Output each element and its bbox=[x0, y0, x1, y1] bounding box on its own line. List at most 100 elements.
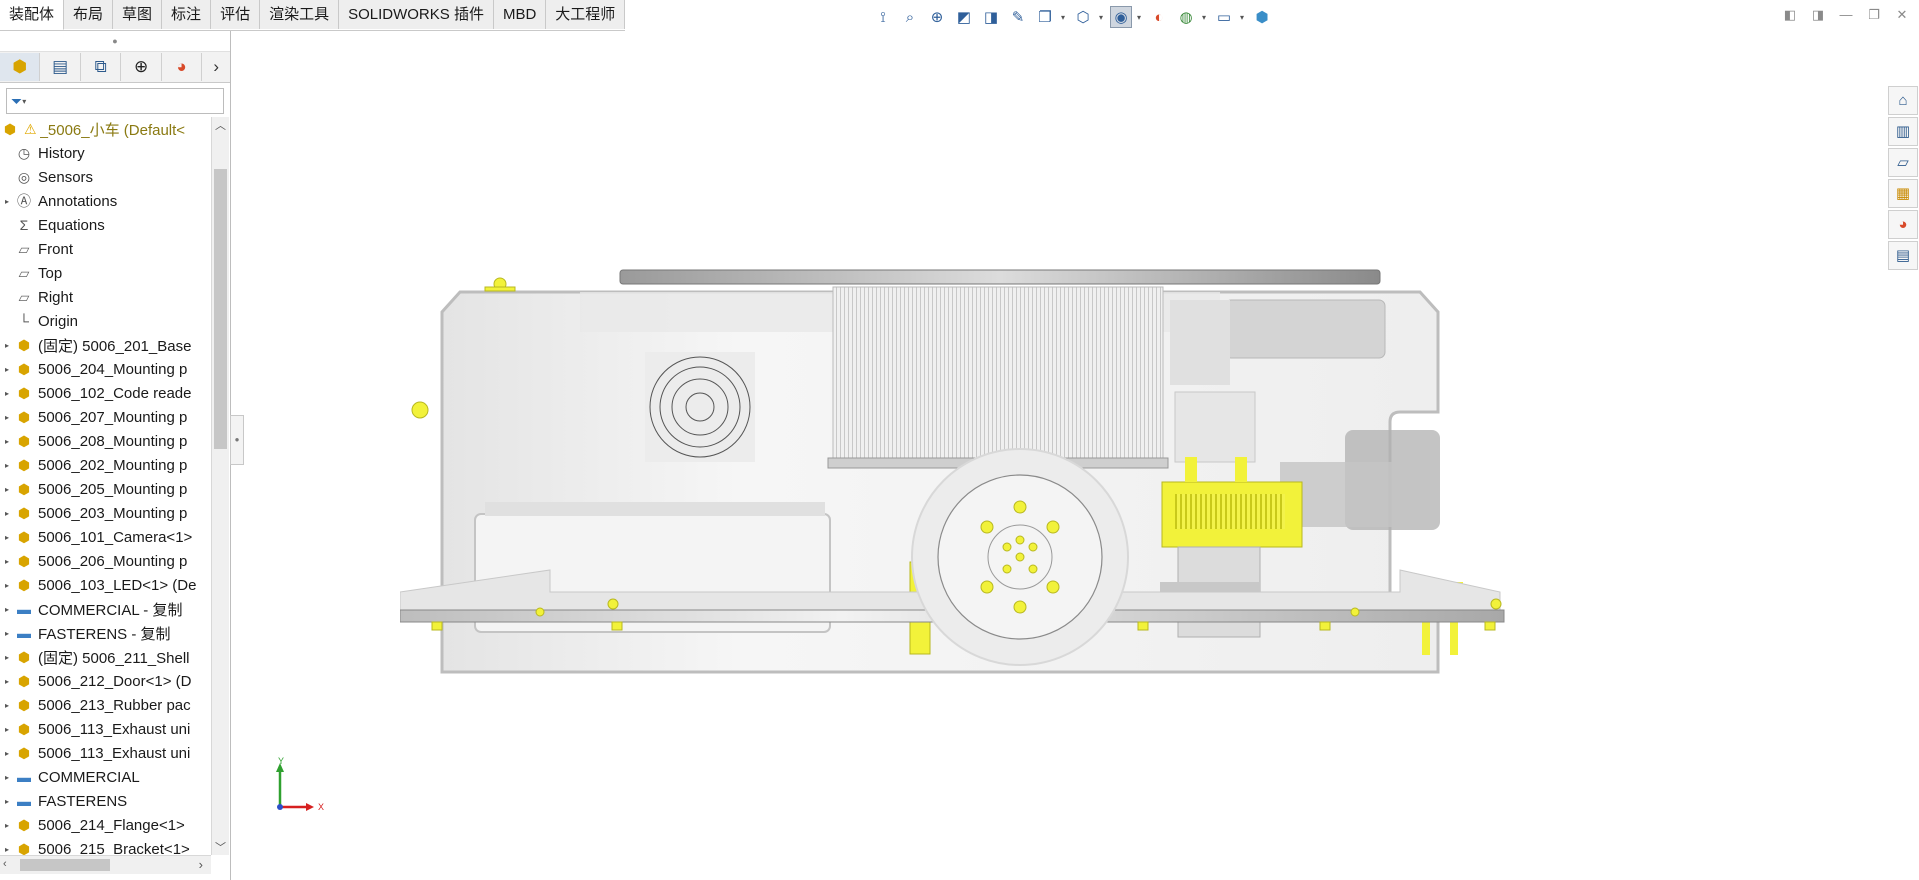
edit-appearance-icon[interactable]: ◐ bbox=[1148, 6, 1170, 28]
dimxpert-manager-tab-icon[interactable]: ⊕ bbox=[121, 53, 162, 81]
tree-item[interactable]: ▸ ⬢ 5006_207_Mounting p bbox=[0, 405, 211, 429]
section-view-icon[interactable]: ◩ bbox=[953, 6, 975, 28]
tab-evaluate[interactable]: 评估 bbox=[211, 0, 261, 29]
apply-scene-icon[interactable]: ◍ bbox=[1175, 6, 1197, 28]
previous-view-icon[interactable]: ⟟ bbox=[872, 6, 894, 28]
expand-arrow-icon[interactable]: ▸ bbox=[0, 701, 14, 710]
tree-item[interactable]: ▸ ⬢ 5006_212_Door<1> (D bbox=[0, 669, 211, 693]
tab-engineer[interactable]: 大工程师 bbox=[546, 0, 626, 29]
expand-arrow-icon[interactable]: ▸ bbox=[0, 749, 14, 758]
expand-arrow-icon[interactable]: ▸ bbox=[0, 653, 14, 662]
zoom-to-area-icon[interactable]: ⊕ bbox=[926, 6, 948, 28]
scroll-down-icon[interactable]: ﹀ bbox=[215, 839, 226, 855]
expand-arrow-icon[interactable]: ▸ bbox=[0, 389, 14, 398]
expand-arrow-icon[interactable]: ▸ bbox=[0, 797, 14, 806]
expand-arrow-icon[interactable]: ▸ bbox=[0, 581, 14, 590]
tree-item[interactable]: ▸ ▬ FASTERENS - 复制 bbox=[0, 621, 211, 645]
appearances-icon[interactable]: ◕ bbox=[1888, 210, 1918, 239]
expand-arrow-icon[interactable]: ▸ bbox=[0, 605, 14, 614]
expand-arrow-icon[interactable]: ▸ bbox=[0, 197, 14, 206]
expand-arrow-icon[interactable]: ▸ bbox=[0, 725, 14, 734]
close-icon[interactable]: ✕ bbox=[1891, 4, 1913, 26]
expand-arrow-icon[interactable]: ▸ bbox=[0, 677, 14, 686]
view-palette-icon[interactable]: ▦ bbox=[1888, 179, 1918, 208]
configuration-manager-tab-icon[interactable]: ⧉ bbox=[81, 53, 122, 81]
home-icon[interactable]: ⌂ bbox=[1888, 86, 1918, 115]
tree-item[interactable]: ◎ Sensors bbox=[0, 165, 211, 189]
tree-item[interactable]: ▸ ⬢ 5006_202_Mounting p bbox=[0, 453, 211, 477]
expand-arrow-icon[interactable]: ▸ bbox=[0, 629, 14, 638]
tree-item[interactable]: ▸ ⬢ 5006_215_Bracket<1> bbox=[0, 837, 211, 856]
view-settings-icon[interactable]: ▭ bbox=[1213, 6, 1235, 28]
zoom-to-fit-icon[interactable]: ⌕ bbox=[899, 6, 921, 28]
hide-show-icon[interactable]: ◉ bbox=[1110, 6, 1132, 28]
expand-arrow-icon[interactable]: ▸ bbox=[0, 557, 14, 566]
tree-horizontal-scrollbar[interactable]: ‹ › bbox=[0, 855, 211, 874]
tile-left-icon[interactable]: ◧ bbox=[1779, 4, 1801, 26]
restore-icon[interactable]: ❐ bbox=[1863, 4, 1885, 26]
expand-arrow-icon[interactable]: ▸ bbox=[0, 485, 14, 494]
tree-item[interactable]: ▸ ⬢ 5006_102_Code reade bbox=[0, 381, 211, 405]
scroll-thumb[interactable] bbox=[214, 169, 227, 449]
expand-arrow-icon[interactable]: ▸ bbox=[0, 533, 14, 542]
expand-arrow-icon[interactable]: ▸ bbox=[0, 341, 14, 350]
scroll-up-icon[interactable]: ︿ bbox=[215, 117, 226, 133]
tree-item[interactable]: ▸ Ⓐ Annotations bbox=[0, 189, 211, 213]
panel-grip-icon[interactable]: ● bbox=[0, 31, 230, 52]
tree-item[interactable]: └ Origin bbox=[0, 309, 211, 333]
tile-right-icon[interactable]: ◨ bbox=[1807, 4, 1829, 26]
display-manager-tab-icon[interactable]: ◕ bbox=[162, 53, 203, 81]
tree-item[interactable]: ▱ Right bbox=[0, 285, 211, 309]
expand-arrow-icon[interactable]: ▸ bbox=[0, 461, 14, 470]
tree-item[interactable]: ▸ ▬ COMMERCIAL - 复制 bbox=[0, 597, 211, 621]
chevron-right-icon[interactable]: › bbox=[202, 53, 230, 81]
tree-item[interactable]: ▸ ⬢ 5006_208_Mounting p bbox=[0, 429, 211, 453]
display-pane-icon[interactable]: ⬢ bbox=[1251, 6, 1273, 28]
feature-manager-tab-icon[interactable]: ⬢ bbox=[0, 53, 41, 81]
expand-arrow-icon[interactable]: ▸ bbox=[0, 509, 14, 518]
scroll-thumb[interactable] bbox=[20, 859, 110, 871]
tab-assembly[interactable]: 装配体 bbox=[0, 0, 65, 30]
chevron-down-icon[interactable]: ▾ bbox=[1099, 13, 1105, 22]
expand-arrow-icon[interactable]: ▸ bbox=[0, 845, 14, 854]
tree-item[interactable]: ▸ ⬢ 5006_113_Exhaust uni bbox=[0, 717, 211, 741]
tree-item[interactable]: ▱ Top bbox=[0, 261, 211, 285]
tree-item[interactable]: ▸ ⬢ 5006_101_Camera<1> bbox=[0, 525, 211, 549]
tree-item[interactable]: ▸ ⬢ (固定) 5006_211_Shell bbox=[0, 645, 211, 669]
tree-item[interactable]: ▸ ⬢ 5006_213_Rubber pac bbox=[0, 693, 211, 717]
tree-item[interactable]: ▸ ⬢ 5006_206_Mounting p bbox=[0, 549, 211, 573]
tree-item[interactable]: ▸ ▬ COMMERCIAL bbox=[0, 765, 211, 789]
tree-item[interactable]: ▸ ⬢ (固定) 5006_201_Base bbox=[0, 333, 211, 357]
tab-sketch[interactable]: 草图 bbox=[113, 0, 163, 29]
expand-arrow-icon[interactable]: ▸ bbox=[0, 773, 14, 782]
tree-item[interactable]: ▸ ⬢ 5006_203_Mounting p bbox=[0, 501, 211, 525]
tree-item[interactable]: ▸ ⬢ 5006_214_Flange<1> bbox=[0, 813, 211, 837]
tree-item[interactable]: ▸ ⬢ 5006_103_LED<1> (De bbox=[0, 573, 211, 597]
tab-layout[interactable]: 布局 bbox=[64, 0, 114, 29]
model-viewport[interactable] bbox=[400, 262, 1560, 732]
tree-item[interactable]: ▸ ⬢ 5006_204_Mounting p bbox=[0, 357, 211, 381]
property-manager-tab-icon[interactable]: ▤ bbox=[40, 53, 81, 81]
tree-item[interactable]: ▸ ⬢ 5006_113_Exhaust uni bbox=[0, 741, 211, 765]
tree-filter-field[interactable]: ⏷ ▾ bbox=[6, 88, 224, 114]
expand-arrow-icon[interactable]: ▸ bbox=[0, 413, 14, 422]
tree-vertical-scrollbar[interactable]: ︿ ﹀ bbox=[211, 117, 229, 855]
scroll-right-icon[interactable]: › bbox=[199, 857, 203, 872]
scroll-left-icon[interactable]: ‹ bbox=[3, 858, 7, 870]
tab-mbd[interactable]: MBD bbox=[493, 0, 547, 29]
tab-solidworks-addins[interactable]: SOLIDWORKS 插件 bbox=[339, 0, 494, 29]
tab-markup[interactable]: 标注 bbox=[162, 0, 212, 29]
chevron-down-icon[interactable]: ▾ bbox=[1202, 13, 1208, 22]
view-orientation-icon[interactable]: ✎ bbox=[1007, 6, 1029, 28]
chevron-down-icon[interactable]: ▾ bbox=[1137, 13, 1143, 22]
custom-properties-icon[interactable]: ▤ bbox=[1888, 241, 1918, 270]
panel-collapse-handle[interactable]: ● bbox=[230, 415, 244, 465]
display-style-icon[interactable]: ❐ bbox=[1034, 6, 1056, 28]
minimize-icon[interactable]: — bbox=[1835, 4, 1857, 26]
chevron-down-icon[interactable]: ▾ bbox=[1061, 13, 1067, 22]
resources-icon[interactable]: ▥ bbox=[1888, 117, 1918, 146]
chevron-down-icon[interactable]: ▾ bbox=[1240, 13, 1246, 22]
tree-item[interactable]: ▸ ▬ FASTERENS bbox=[0, 789, 211, 813]
expand-arrow-icon[interactable]: ▸ bbox=[0, 365, 14, 374]
tree-root-assembly[interactable]: ⬢ ⚠ _5006_小车 (Default< bbox=[0, 117, 211, 141]
